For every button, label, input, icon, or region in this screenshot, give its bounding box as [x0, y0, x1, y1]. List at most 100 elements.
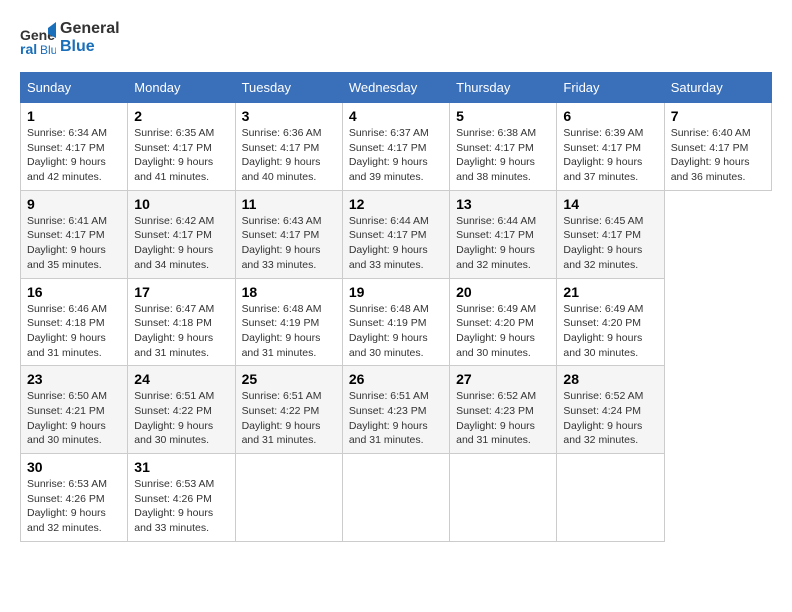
- calendar-cell: 31 Sunrise: 6:53 AMSunset: 4:26 PMDaylig…: [128, 454, 235, 542]
- day-number: 28: [563, 371, 657, 387]
- logo-line2: Blue: [60, 38, 120, 56]
- calendar-cell: 17 Sunrise: 6:47 AMSunset: 4:18 PMDaylig…: [128, 278, 235, 366]
- logo-icon: Gene ral Blue: [20, 20, 56, 56]
- page-header: Gene ral Blue General Blue: [20, 20, 772, 56]
- day-detail: Sunrise: 6:38 AMSunset: 4:17 PMDaylight:…: [456, 126, 550, 185]
- calendar-cell: 7 Sunrise: 6:40 AMSunset: 4:17 PMDayligh…: [664, 103, 771, 191]
- column-header-wednesday: Wednesday: [342, 73, 449, 103]
- calendar-cell: [557, 454, 664, 542]
- calendar-cell: 13 Sunrise: 6:44 AMSunset: 4:17 PMDaylig…: [450, 190, 557, 278]
- calendar-cell: 25 Sunrise: 6:51 AMSunset: 4:22 PMDaylig…: [235, 366, 342, 454]
- calendar-cell: 5 Sunrise: 6:38 AMSunset: 4:17 PMDayligh…: [450, 103, 557, 191]
- day-number: 30: [27, 459, 121, 475]
- calendar-cell: 9 Sunrise: 6:41 AMSunset: 4:17 PMDayligh…: [21, 190, 128, 278]
- calendar-cell: 12 Sunrise: 6:44 AMSunset: 4:17 PMDaylig…: [342, 190, 449, 278]
- calendar-cell: 19 Sunrise: 6:48 AMSunset: 4:19 PMDaylig…: [342, 278, 449, 366]
- day-number: 20: [456, 284, 550, 300]
- day-number: 21: [563, 284, 657, 300]
- day-detail: Sunrise: 6:35 AMSunset: 4:17 PMDaylight:…: [134, 126, 228, 185]
- calendar-cell: 26 Sunrise: 6:51 AMSunset: 4:23 PMDaylig…: [342, 366, 449, 454]
- column-header-monday: Monday: [128, 73, 235, 103]
- day-number: 6: [563, 108, 657, 124]
- day-number: 3: [242, 108, 336, 124]
- calendar-cell: 3 Sunrise: 6:36 AMSunset: 4:17 PMDayligh…: [235, 103, 342, 191]
- day-number: 19: [349, 284, 443, 300]
- logo-line1: General: [60, 20, 120, 38]
- day-number: 26: [349, 371, 443, 387]
- calendar-cell: [235, 454, 342, 542]
- day-detail: Sunrise: 6:51 AMSunset: 4:23 PMDaylight:…: [349, 389, 443, 448]
- calendar-cell: 30 Sunrise: 6:53 AMSunset: 4:26 PMDaylig…: [21, 454, 128, 542]
- day-number: 13: [456, 196, 550, 212]
- day-number: 31: [134, 459, 228, 475]
- day-number: 7: [671, 108, 765, 124]
- day-detail: Sunrise: 6:49 AMSunset: 4:20 PMDaylight:…: [563, 302, 657, 361]
- calendar-cell: 23 Sunrise: 6:50 AMSunset: 4:21 PMDaylig…: [21, 366, 128, 454]
- calendar-cell: 16 Sunrise: 6:46 AMSunset: 4:18 PMDaylig…: [21, 278, 128, 366]
- calendar-cell: 24 Sunrise: 6:51 AMSunset: 4:22 PMDaylig…: [128, 366, 235, 454]
- calendar-cell: 18 Sunrise: 6:48 AMSunset: 4:19 PMDaylig…: [235, 278, 342, 366]
- day-detail: Sunrise: 6:53 AMSunset: 4:26 PMDaylight:…: [134, 477, 228, 536]
- calendar-header-row: SundayMondayTuesdayWednesdayThursdayFrid…: [21, 73, 772, 103]
- day-number: 27: [456, 371, 550, 387]
- day-detail: Sunrise: 6:44 AMSunset: 4:17 PMDaylight:…: [349, 214, 443, 273]
- day-detail: Sunrise: 6:53 AMSunset: 4:26 PMDaylight:…: [27, 477, 121, 536]
- day-detail: Sunrise: 6:52 AMSunset: 4:24 PMDaylight:…: [563, 389, 657, 448]
- day-number: 18: [242, 284, 336, 300]
- day-number: 10: [134, 196, 228, 212]
- day-detail: Sunrise: 6:46 AMSunset: 4:18 PMDaylight:…: [27, 302, 121, 361]
- day-number: 24: [134, 371, 228, 387]
- day-number: 23: [27, 371, 121, 387]
- calendar-table: SundayMondayTuesdayWednesdayThursdayFrid…: [20, 72, 772, 542]
- day-number: 14: [563, 196, 657, 212]
- day-detail: Sunrise: 6:45 AMSunset: 4:17 PMDaylight:…: [563, 214, 657, 273]
- calendar-week-5: 30 Sunrise: 6:53 AMSunset: 4:26 PMDaylig…: [21, 454, 772, 542]
- calendar-cell: 11 Sunrise: 6:43 AMSunset: 4:17 PMDaylig…: [235, 190, 342, 278]
- calendar-cell: 2 Sunrise: 6:35 AMSunset: 4:17 PMDayligh…: [128, 103, 235, 191]
- day-detail: Sunrise: 6:49 AMSunset: 4:20 PMDaylight:…: [456, 302, 550, 361]
- day-detail: Sunrise: 6:42 AMSunset: 4:17 PMDaylight:…: [134, 214, 228, 273]
- day-detail: Sunrise: 6:40 AMSunset: 4:17 PMDaylight:…: [671, 126, 765, 185]
- calendar-week-3: 16 Sunrise: 6:46 AMSunset: 4:18 PMDaylig…: [21, 278, 772, 366]
- day-detail: Sunrise: 6:37 AMSunset: 4:17 PMDaylight:…: [349, 126, 443, 185]
- day-number: 25: [242, 371, 336, 387]
- calendar-cell: 4 Sunrise: 6:37 AMSunset: 4:17 PMDayligh…: [342, 103, 449, 191]
- day-detail: Sunrise: 6:50 AMSunset: 4:21 PMDaylight:…: [27, 389, 121, 448]
- day-detail: Sunrise: 6:51 AMSunset: 4:22 PMDaylight:…: [134, 389, 228, 448]
- day-detail: Sunrise: 6:43 AMSunset: 4:17 PMDaylight:…: [242, 214, 336, 273]
- calendar-cell: 14 Sunrise: 6:45 AMSunset: 4:17 PMDaylig…: [557, 190, 664, 278]
- column-header-sunday: Sunday: [21, 73, 128, 103]
- day-number: 16: [27, 284, 121, 300]
- column-header-tuesday: Tuesday: [235, 73, 342, 103]
- day-detail: Sunrise: 6:48 AMSunset: 4:19 PMDaylight:…: [242, 302, 336, 361]
- day-detail: Sunrise: 6:39 AMSunset: 4:17 PMDaylight:…: [563, 126, 657, 185]
- day-number: 1: [27, 108, 121, 124]
- logo: Gene ral Blue General Blue: [20, 20, 120, 56]
- day-number: 5: [456, 108, 550, 124]
- calendar-week-1: 1 Sunrise: 6:34 AMSunset: 4:17 PMDayligh…: [21, 103, 772, 191]
- calendar-cell: 28 Sunrise: 6:52 AMSunset: 4:24 PMDaylig…: [557, 366, 664, 454]
- day-detail: Sunrise: 6:34 AMSunset: 4:17 PMDaylight:…: [27, 126, 121, 185]
- day-detail: Sunrise: 6:41 AMSunset: 4:17 PMDaylight:…: [27, 214, 121, 273]
- calendar-week-2: 9 Sunrise: 6:41 AMSunset: 4:17 PMDayligh…: [21, 190, 772, 278]
- calendar-cell: 1 Sunrise: 6:34 AMSunset: 4:17 PMDayligh…: [21, 103, 128, 191]
- calendar-cell: [342, 454, 449, 542]
- column-header-saturday: Saturday: [664, 73, 771, 103]
- calendar-cell: [450, 454, 557, 542]
- column-header-thursday: Thursday: [450, 73, 557, 103]
- day-number: 17: [134, 284, 228, 300]
- day-detail: Sunrise: 6:47 AMSunset: 4:18 PMDaylight:…: [134, 302, 228, 361]
- day-detail: Sunrise: 6:48 AMSunset: 4:19 PMDaylight:…: [349, 302, 443, 361]
- day-detail: Sunrise: 6:51 AMSunset: 4:22 PMDaylight:…: [242, 389, 336, 448]
- calendar-cell: 20 Sunrise: 6:49 AMSunset: 4:20 PMDaylig…: [450, 278, 557, 366]
- day-detail: Sunrise: 6:36 AMSunset: 4:17 PMDaylight:…: [242, 126, 336, 185]
- calendar-cell: 21 Sunrise: 6:49 AMSunset: 4:20 PMDaylig…: [557, 278, 664, 366]
- calendar-cell: 10 Sunrise: 6:42 AMSunset: 4:17 PMDaylig…: [128, 190, 235, 278]
- day-number: 4: [349, 108, 443, 124]
- day-number: 11: [242, 196, 336, 212]
- calendar-week-4: 23 Sunrise: 6:50 AMSunset: 4:21 PMDaylig…: [21, 366, 772, 454]
- day-number: 9: [27, 196, 121, 212]
- calendar-cell: 27 Sunrise: 6:52 AMSunset: 4:23 PMDaylig…: [450, 366, 557, 454]
- svg-text:Blue: Blue: [40, 43, 56, 56]
- day-detail: Sunrise: 6:44 AMSunset: 4:17 PMDaylight:…: [456, 214, 550, 273]
